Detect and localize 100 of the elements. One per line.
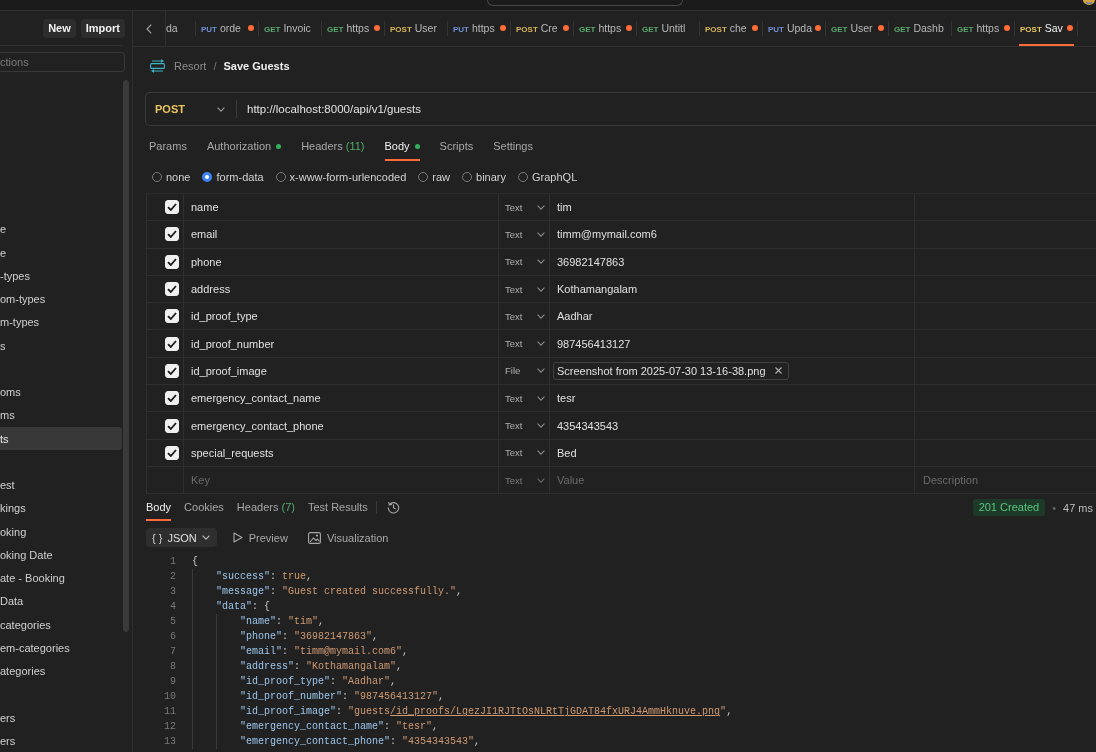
- section-tab[interactable]: Params: [149, 140, 187, 161]
- key-field[interactable]: emergency_contact_phone: [184, 412, 499, 439]
- request-tab[interactable]: GET https: [578, 11, 633, 46]
- section-tab[interactable]: Headers (11): [301, 140, 365, 161]
- request-tab[interactable]: GET https: [956, 11, 1011, 46]
- radio-label[interactable]: GraphQL: [532, 171, 578, 183]
- request-tab[interactable]: PUT orde: [200, 11, 255, 46]
- sidebar-item[interactable]: -types: [0, 264, 122, 288]
- value-field[interactable]: 36982147863: [550, 248, 915, 275]
- section-tab[interactable]: Body: [384, 140, 420, 161]
- checkbox[interactable]: [165, 227, 179, 242]
- sidebar-item[interactable]: kings: [0, 496, 122, 520]
- preview-button[interactable]: Preview: [232, 531, 288, 544]
- sidebar-item[interactable]: e: [0, 241, 122, 265]
- sidebar-item[interactable]: ts: [0, 427, 122, 451]
- value-field[interactable]: 4354343543: [550, 412, 915, 439]
- value-field[interactable]: tesr: [550, 385, 915, 412]
- sidebar-item[interactable]: om-types: [0, 287, 122, 311]
- sidebar-item[interactable]: oms: [0, 380, 122, 404]
- key-field[interactable]: name: [184, 194, 499, 221]
- value-field[interactable]: timm@mymail.com6: [550, 221, 915, 248]
- radio-label[interactable]: none: [166, 171, 191, 183]
- new-button[interactable]: New: [43, 18, 76, 38]
- format-dropdown[interactable]: { } JSON: [146, 528, 217, 548]
- breadcrumb-link[interactable]: Resort: [174, 60, 207, 72]
- search-field[interactable]: ctions: [0, 52, 125, 72]
- checkbox[interactable]: [165, 200, 179, 215]
- checkbox[interactable]: [165, 418, 179, 433]
- sidebar-item[interactable]: ers: [0, 706, 122, 730]
- request-tab[interactable]: PUT Upda: [767, 11, 822, 46]
- sidebar-item[interactable]: e: [0, 217, 122, 241]
- request-tab[interactable]: GET User: [830, 11, 885, 46]
- response-tab[interactable]: Cookies: [184, 501, 224, 522]
- avatar-icon[interactable]: [1083, 0, 1095, 5]
- sidebar-item[interactable]: ate - Booking: [0, 566, 122, 590]
- sidebar-item[interactable]: ms: [0, 403, 122, 427]
- value-field[interactable]: Aadhar: [550, 303, 915, 330]
- type-dropdown[interactable]: Text: [499, 330, 550, 357]
- type-dropdown[interactable]: Text: [499, 221, 550, 248]
- checkbox[interactable]: [165, 309, 179, 324]
- sidebar-item[interactable]: oking: [0, 520, 122, 544]
- value-field[interactable]: Kothamangalam: [550, 275, 915, 303]
- key-field[interactable]: Key: [191, 472, 498, 489]
- file-chip[interactable]: Screenshot from 2025-07-30 13-16-38.png: [553, 361, 789, 380]
- key-field[interactable]: special_requests: [184, 439, 499, 466]
- key-field[interactable]: email: [184, 221, 499, 248]
- chevron-left-icon[interactable]: [146, 23, 152, 34]
- request-tab[interactable]: PUT https: [452, 11, 507, 46]
- request-tab[interactable]: da: [166, 11, 192, 46]
- type-dropdown[interactable]: Text: [499, 275, 550, 303]
- request-tab[interactable]: GET Dashb: [893, 11, 948, 46]
- close-icon[interactable]: [774, 367, 782, 375]
- response-tab[interactable]: Body: [146, 501, 172, 522]
- history-icon[interactable]: [386, 501, 400, 515]
- value-field[interactable]: tim: [550, 194, 915, 221]
- sidebar-item[interactable]: Data: [0, 589, 122, 613]
- request-tab[interactable]: POST User: [389, 11, 444, 46]
- section-tab[interactable]: Scripts: [439, 140, 474, 161]
- request-tab[interactable]: POST Sav: [1019, 11, 1074, 46]
- key-field[interactable]: id_proof_image: [184, 357, 499, 385]
- radio-label[interactable]: x-www-form-urlencoded: [289, 171, 407, 183]
- key-field[interactable]: phone: [184, 248, 499, 275]
- request-tab[interactable]: GET Untitl: [641, 11, 696, 46]
- type-dropdown[interactable]: Text: [499, 303, 550, 330]
- value-field[interactable]: Value: [557, 472, 914, 489]
- radio-label[interactable]: binary: [476, 171, 507, 183]
- sidebar-item[interactable]: ers: [0, 729, 122, 752]
- sidebar-item[interactable]: oking Date: [0, 543, 122, 567]
- request-tab[interactable]: GET Invoic: [263, 11, 318, 46]
- visualize-button[interactable]: Visualization: [307, 531, 389, 544]
- type-dropdown[interactable]: Text: [499, 194, 550, 221]
- section-tab[interactable]: Authorization: [206, 140, 282, 161]
- type-dropdown[interactable]: Text: [499, 412, 550, 439]
- request-tab[interactable]: POST Cre: [515, 11, 570, 46]
- request-tab[interactable]: POST che: [704, 11, 759, 46]
- description-field[interactable]: Description: [923, 472, 1096, 489]
- section-tab[interactable]: Settings: [493, 140, 533, 161]
- type-dropdown[interactable]: File: [499, 357, 550, 385]
- sidebar-item[interactable]: categories: [0, 613, 122, 637]
- sidebar-item[interactable]: ategories: [0, 659, 122, 683]
- import-button[interactable]: Import: [80, 18, 125, 38]
- checkbox[interactable]: [165, 336, 179, 351]
- checkbox[interactable]: [165, 363, 179, 378]
- type-dropdown[interactable]: Text: [499, 439, 550, 466]
- checkbox[interactable]: [165, 391, 179, 406]
- checkbox[interactable]: [165, 445, 179, 460]
- type-dropdown[interactable]: Text: [499, 385, 550, 412]
- checkbox[interactable]: [165, 254, 179, 269]
- file-path-link[interactable]: /id_proofs/LgezJI1RJTtOsNLRtTjGDAT84fxURJ4AmmHknuve.png: [390, 706, 721, 718]
- value-field[interactable]: Bed: [550, 439, 915, 466]
- response-tab[interactable]: Test Results: [307, 501, 368, 522]
- key-field[interactable]: emergency_contact_name: [184, 385, 499, 412]
- radio-label[interactable]: form-data: [216, 171, 264, 183]
- checkbox[interactable]: [165, 282, 179, 297]
- key-field[interactable]: id_proof_number: [184, 330, 499, 357]
- sidebar-item[interactable]: em-categories: [0, 636, 122, 660]
- radio-label[interactable]: raw: [432, 171, 451, 183]
- radio-button[interactable]: [202, 172, 213, 182]
- response-tab[interactable]: Headers (7): [236, 501, 295, 522]
- sidebar-item[interactable]: s: [0, 334, 122, 358]
